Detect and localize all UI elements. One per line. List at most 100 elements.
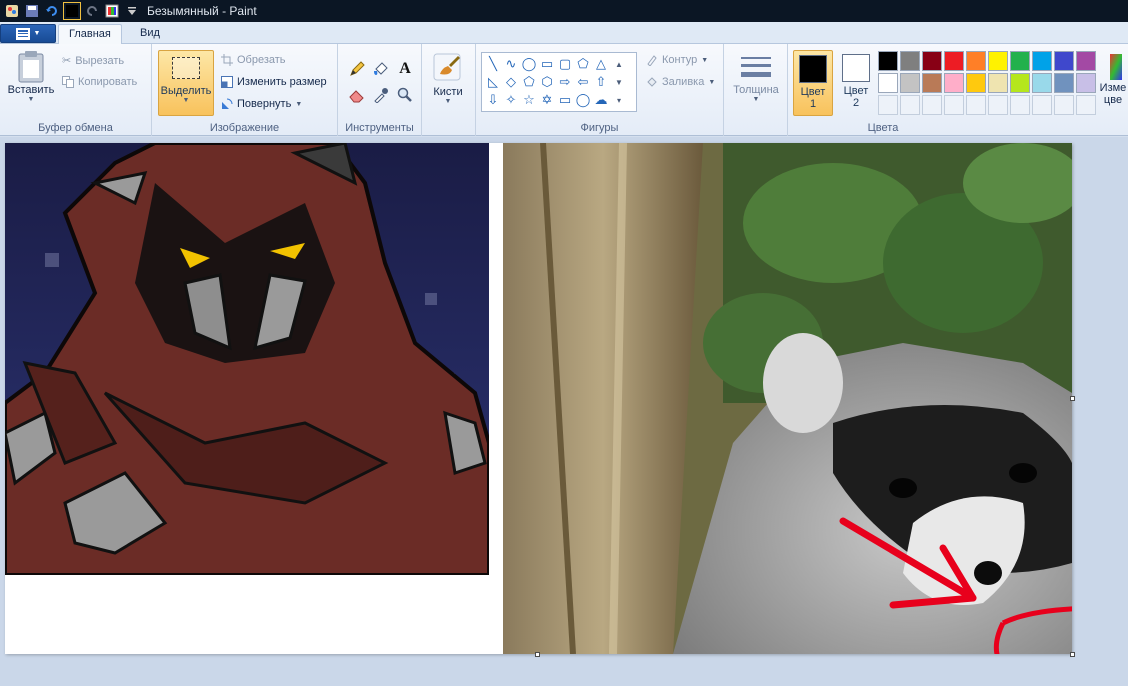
palette-swatch[interactable] <box>1054 95 1074 115</box>
palette-swatch[interactable] <box>1010 51 1030 71</box>
palette-swatch[interactable] <box>1054 73 1074 93</box>
arrow-left-shape-icon[interactable]: ⇦ <box>574 73 592 91</box>
palette-swatch[interactable] <box>1010 73 1030 93</box>
edit-colors-button[interactable]: Изме цве <box>1098 52 1128 106</box>
scroll-down-icon[interactable]: ▼ <box>610 73 628 91</box>
palette-swatch[interactable] <box>988 73 1008 93</box>
paint-app-icon[interactable] <box>3 2 21 20</box>
star5-shape-icon[interactable]: ☆ <box>520 91 538 109</box>
palette-swatch[interactable] <box>1010 95 1030 115</box>
palette-swatch[interactable] <box>1076 51 1096 71</box>
palette-swatch[interactable] <box>1032 51 1052 71</box>
chevron-down-icon: ▼ <box>295 100 303 108</box>
color-picker-icon[interactable] <box>370 84 392 106</box>
polygon-shape-icon[interactable]: ⬠ <box>574 55 592 73</box>
drawing-canvas[interactable] <box>5 143 1072 654</box>
palette-swatch[interactable] <box>922 51 942 71</box>
crop-button[interactable]: Обрезать <box>221 54 286 66</box>
outline-button[interactable]: Контур ▼ <box>646 54 708 66</box>
copy-button[interactable]: Копировать <box>62 76 137 88</box>
palette-swatch[interactable] <box>1032 95 1052 115</box>
oval-shape-icon[interactable]: ◯ <box>520 55 538 73</box>
palette-swatch[interactable] <box>900 51 920 71</box>
rectangle-shape-icon[interactable]: ▭ <box>538 55 556 73</box>
arrow-up-shape-icon[interactable]: ⇧ <box>592 73 610 91</box>
undo-icon[interactable] <box>43 2 61 20</box>
diamond-shape-icon[interactable]: ◇ <box>502 73 520 91</box>
chevron-down-icon: ▼ <box>752 96 760 103</box>
resize-handle-right[interactable] <box>1070 396 1075 401</box>
fill-button[interactable]: Заливка ▼ <box>646 76 715 88</box>
palette-swatch[interactable] <box>966 73 986 93</box>
line-shape-icon[interactable]: ╲ <box>484 55 502 73</box>
palette-swatch[interactable] <box>1076 95 1096 115</box>
pencil-icon[interactable] <box>346 58 368 80</box>
rounded-rectangle-shape-icon[interactable]: ▢ <box>556 55 574 73</box>
star6-shape-icon[interactable]: ✡ <box>538 91 556 109</box>
tab-home[interactable]: Главная <box>58 24 122 45</box>
color2-button[interactable]: Цвет 2 <box>836 50 876 116</box>
eraser-icon[interactable] <box>346 84 368 106</box>
select-button[interactable]: Выделить ▼ <box>158 50 214 116</box>
resize-button[interactable]: Изменить размер <box>221 76 327 88</box>
text-icon[interactable]: A <box>394 58 416 80</box>
size-button[interactable]: Толщина ▼ <box>732 54 780 103</box>
hexagon-shape-icon[interactable]: ⬡ <box>538 73 556 91</box>
resize-handle-corner[interactable] <box>1070 652 1075 657</box>
cut-button[interactable]: ✂ Вырезать <box>62 54 124 68</box>
scroll-up-icon[interactable]: ▲ <box>610 55 628 73</box>
pentagon-shape-icon[interactable]: ⬠ <box>520 73 538 91</box>
magnifier-icon[interactable] <box>394 84 416 106</box>
crop-label: Обрезать <box>237 54 286 66</box>
palette-swatch[interactable] <box>988 51 1008 71</box>
palette-swatch[interactable] <box>922 73 942 93</box>
raccoon-photo <box>503 143 1072 654</box>
fill-icon[interactable] <box>370 58 392 80</box>
palette-swatch[interactable] <box>878 95 898 115</box>
arrow-down-shape-icon[interactable]: ⇩ <box>484 91 502 109</box>
right-triangle-shape-icon[interactable]: ◺ <box>484 73 502 91</box>
palette-swatch[interactable] <box>944 95 964 115</box>
palette-swatch[interactable] <box>900 73 920 93</box>
palette-swatch[interactable] <box>944 73 964 93</box>
chevron-down-icon: ▼ <box>27 96 35 103</box>
color2-swatch <box>842 54 870 82</box>
palette-swatch[interactable] <box>944 51 964 71</box>
gallery-more-icon[interactable]: ▾ <box>610 91 628 109</box>
resize-label: Изменить размер <box>237 76 327 88</box>
redo-icon[interactable] <box>83 2 101 20</box>
callout-oval-shape-icon[interactable]: ◯ <box>574 91 592 109</box>
triangle-shape-icon[interactable]: △ <box>592 55 610 73</box>
palette-swatch[interactable] <box>1076 73 1096 93</box>
edit-colors-icon[interactable] <box>103 2 121 20</box>
rotate-button[interactable]: Повернуть ▼ <box>221 98 302 110</box>
palette-swatch[interactable] <box>878 51 898 71</box>
palette-swatch[interactable] <box>1054 51 1074 71</box>
color2-label-line1: Цвет <box>843 85 869 97</box>
tab-view[interactable]: Вид <box>130 24 170 45</box>
palette-swatch[interactable] <box>988 95 1008 115</box>
palette-swatch[interactable] <box>1032 73 1052 93</box>
brushes-button[interactable]: Кисти ▼ <box>426 52 470 105</box>
customize-toolbar-icon[interactable] <box>123 2 141 20</box>
save-icon[interactable] <box>23 2 41 20</box>
color-black-icon[interactable] <box>63 2 81 20</box>
palette-swatch[interactable] <box>900 95 920 115</box>
curve-shape-icon[interactable]: ∿ <box>502 55 520 73</box>
paste-button[interactable]: Вставить ▼ <box>6 50 56 103</box>
paint-menu-button[interactable]: ▼ <box>0 24 56 43</box>
outline-label: Контур <box>662 54 698 66</box>
color1-button[interactable]: Цвет 1 <box>793 50 833 116</box>
color1-swatch <box>799 55 827 83</box>
callout-rect-shape-icon[interactable]: ▭ <box>556 91 574 109</box>
scissors-icon: ✂ <box>62 55 72 67</box>
canvas-workspace[interactable] <box>0 137 1128 686</box>
palette-swatch[interactable] <box>878 73 898 93</box>
arrow-right-shape-icon[interactable]: ⇨ <box>556 73 574 91</box>
palette-swatch[interactable] <box>922 95 942 115</box>
callout-cloud-shape-icon[interactable]: ☁ <box>592 91 610 109</box>
palette-swatch[interactable] <box>966 51 986 71</box>
palette-swatch[interactable] <box>966 95 986 115</box>
resize-handle-bottom[interactable] <box>535 652 540 657</box>
star4-shape-icon[interactable]: ✧ <box>502 91 520 109</box>
